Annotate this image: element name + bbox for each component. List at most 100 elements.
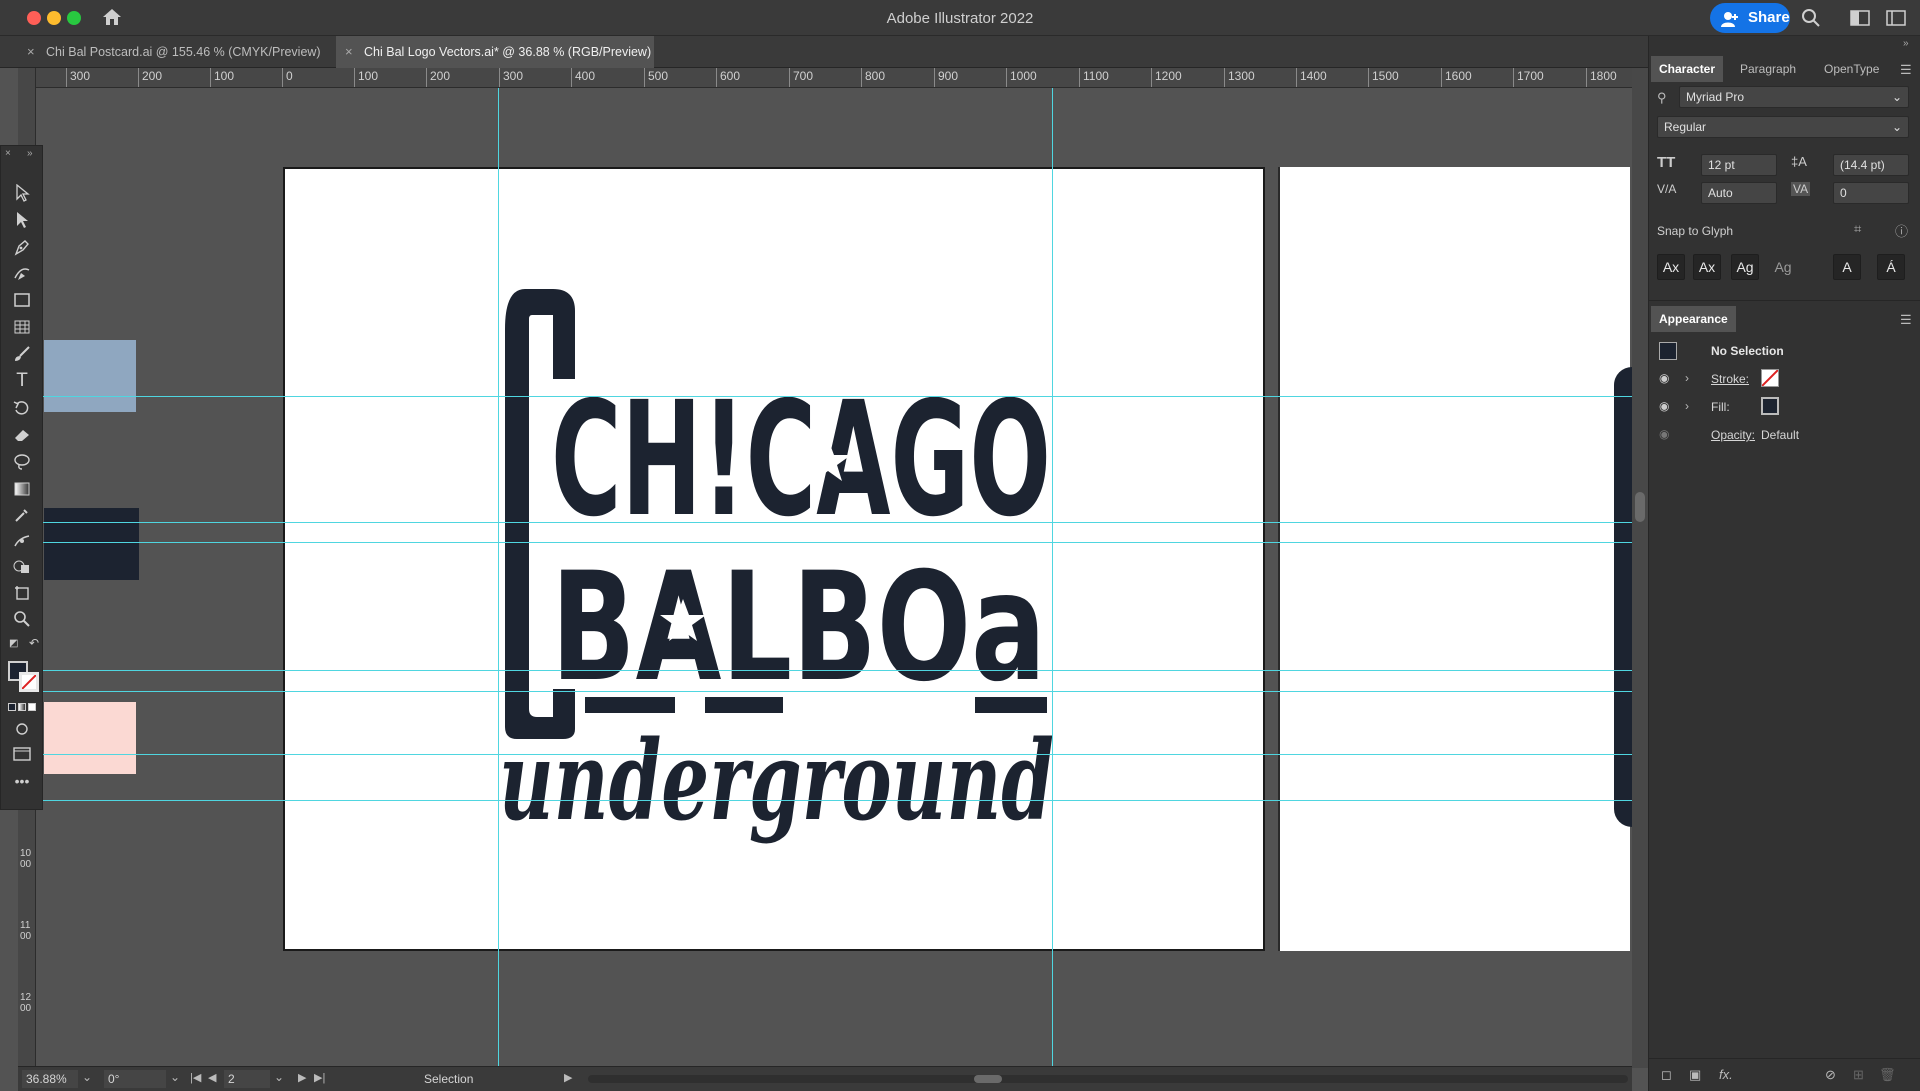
leading-field[interactable]: (14.4 pt) <box>1833 154 1909 176</box>
screen-mode-icon[interactable] <box>10 743 34 765</box>
snap-x-height-button[interactable]: Ax <box>1693 254 1721 280</box>
font-family-field[interactable]: Myriad Pro ⌄ <box>1679 86 1909 108</box>
info-icon[interactable]: ⓘ <box>1895 221 1908 240</box>
eyedropper-tool-icon[interactable] <box>10 504 34 526</box>
eye-icon[interactable]: ◉ <box>1659 427 1669 441</box>
color-mode-buttons[interactable] <box>8 703 36 711</box>
appearance-row-fill[interactable]: ◉ › Fill: <box>1649 392 1920 420</box>
guide-line[interactable] <box>36 670 1632 671</box>
lasso-tool-icon[interactable] <box>10 451 34 473</box>
rotate-tool-icon[interactable] <box>10 397 34 419</box>
rotation-field[interactable]: 0° <box>104 1070 166 1088</box>
guide-line[interactable] <box>36 542 1632 543</box>
tab-character[interactable]: Character <box>1651 56 1724 82</box>
guide-line[interactable] <box>36 754 1632 755</box>
draw-mode-icon[interactable] <box>10 718 34 740</box>
color-swatch-blue[interactable] <box>44 340 136 412</box>
horizontal-scrollbar[interactable] <box>588 1075 1628 1083</box>
type-tool-icon[interactable]: T <box>10 370 34 392</box>
color-swatch-pink[interactable] <box>44 702 136 774</box>
artboard-number-field[interactable]: 2 <box>224 1070 270 1088</box>
chevron-down-icon[interactable]: ⌄ <box>274 1070 284 1084</box>
add-new-stroke-icon[interactable]: ◻ <box>1661 1067 1672 1083</box>
collapse-panel-icon[interactable]: » <box>27 148 33 159</box>
default-colors-icon[interactable]: ◩ <box>9 638 18 649</box>
fill-swatch[interactable] <box>1761 397 1779 415</box>
search-icon[interactable] <box>1801 8 1821 33</box>
guide-line[interactable] <box>36 522 1632 523</box>
tab-postcard[interactable]: × Chi Bal Postcard.ai @ 155.46 % (CMYK/P… <box>18 36 336 68</box>
eye-icon[interactable]: ◉ <box>1659 371 1669 385</box>
guide-line[interactable] <box>36 800 1632 801</box>
gradient-mode-icon[interactable] <box>18 703 26 711</box>
tab-logo-vectors[interactable]: × Chi Bal Logo Vectors.ai* @ 36.88 % (RG… <box>336 36 654 68</box>
color-mode-icon[interactable] <box>8 703 16 711</box>
first-artboard-icon[interactable]: |◀ <box>190 1071 201 1084</box>
opacity-label[interactable]: Opacity: <box>1711 428 1755 442</box>
last-artboard-icon[interactable]: ▶| <box>314 1071 325 1084</box>
eraser-tool-icon[interactable] <box>10 424 34 446</box>
guide-line[interactable] <box>36 691 1632 692</box>
chevron-down-icon[interactable]: ⌄ <box>82 1070 92 1084</box>
snap-angular-button[interactable]: A <box>1833 254 1861 280</box>
stroke-label[interactable]: Stroke: <box>1711 372 1749 386</box>
kerning-field[interactable]: Auto <box>1701 182 1777 204</box>
rectangle-tool-icon[interactable] <box>10 289 34 311</box>
delete-item-icon[interactable]: 🗑 <box>1879 1067 1896 1083</box>
close-tab-icon[interactable]: × <box>27 36 35 68</box>
appearance-row-opacity[interactable]: ◉ Opacity: Default <box>1649 420 1920 448</box>
selection-tool-icon[interactable] <box>10 182 34 204</box>
puppet-warp-tool-icon[interactable] <box>10 530 34 552</box>
color-swatch-navy[interactable] <box>44 508 139 580</box>
tab-paragraph[interactable]: Paragraph <box>1732 56 1804 82</box>
appearance-row-stroke[interactable]: ◉ › Stroke: <box>1649 364 1920 392</box>
tab-appearance[interactable]: Appearance <box>1651 306 1736 332</box>
panel-menu-icon[interactable]: ☰ <box>1900 62 1912 78</box>
panel-menu-icon[interactable]: ☰ <box>1900 312 1912 328</box>
none-mode-icon[interactable] <box>28 703 36 711</box>
pen-tool-icon[interactable] <box>10 236 34 258</box>
font-search-icon[interactable]: ⚲ <box>1657 90 1667 106</box>
snap-glyph-bounds-button[interactable]: Ag <box>1731 254 1759 280</box>
add-new-fill-icon[interactable]: ▣ <box>1689 1067 1701 1083</box>
previous-artboard-icon[interactable]: ◀ <box>208 1071 216 1084</box>
duplicate-item-icon[interactable]: ⊞ <box>1853 1067 1864 1083</box>
scroll-thumb[interactable] <box>1635 492 1645 522</box>
font-size-field[interactable]: 12 pt <box>1701 154 1777 176</box>
more-tools-icon[interactable]: ••• <box>10 770 34 792</box>
tab-opentype[interactable]: OpenType <box>1816 56 1887 82</box>
swap-colors-icon[interactable]: ↶ <box>29 636 39 650</box>
stroke-swatch[interactable] <box>1761 369 1779 387</box>
direct-selection-tool-icon[interactable] <box>10 209 34 231</box>
chevron-down-icon[interactable]: ⌄ <box>170 1070 180 1084</box>
zoom-tool-icon[interactable] <box>10 608 34 630</box>
effects-icon[interactable]: fx. <box>1719 1067 1733 1082</box>
snap-proximity-button[interactable]: Ag <box>1769 254 1797 280</box>
status-menu-icon[interactable]: ▶ <box>564 1071 572 1084</box>
chevron-right-icon[interactable]: › <box>1685 371 1689 385</box>
guide-line[interactable] <box>1052 88 1053 1068</box>
shape-builder-tool-icon[interactable] <box>10 556 34 578</box>
grid-tool-icon[interactable] <box>10 316 34 338</box>
share-button[interactable]: Share <box>1710 3 1790 33</box>
curvature-tool-icon[interactable] <box>10 262 34 284</box>
tracking-field[interactable]: 0 <box>1833 182 1909 204</box>
clear-appearance-icon[interactable]: ⊘ <box>1825 1067 1836 1083</box>
eye-icon[interactable]: ◉ <box>1659 399 1669 413</box>
stroke-color-swatch[interactable] <box>19 672 39 692</box>
chevron-right-icon[interactable]: › <box>1685 399 1689 413</box>
vertical-scrollbar[interactable] <box>1632 68 1648 1068</box>
panel-toggle-icon[interactable] <box>1886 10 1906 31</box>
paintbrush-tool-icon[interactable] <box>10 343 34 365</box>
close-panel-icon[interactable]: × <box>5 148 11 159</box>
scroll-thumb[interactable] <box>974 1075 1002 1083</box>
zoom-field[interactable]: 36.88% <box>22 1070 78 1088</box>
close-tab-icon[interactable]: × <box>345 36 353 68</box>
horizontal-ruler[interactable]: 300 200 100 0 100 200 300 400 500 600 70… <box>36 68 1636 88</box>
artboard-1[interactable]: CH!CAGO BALBOa underground <box>283 167 1265 951</box>
workspace-layout-icon[interactable] <box>1850 10 1870 31</box>
guide-line[interactable] <box>498 88 499 1068</box>
gradient-tool-icon[interactable] <box>10 478 34 500</box>
next-artboard-icon[interactable]: ▶ <box>298 1071 306 1084</box>
guide-line[interactable] <box>36 396 1632 397</box>
